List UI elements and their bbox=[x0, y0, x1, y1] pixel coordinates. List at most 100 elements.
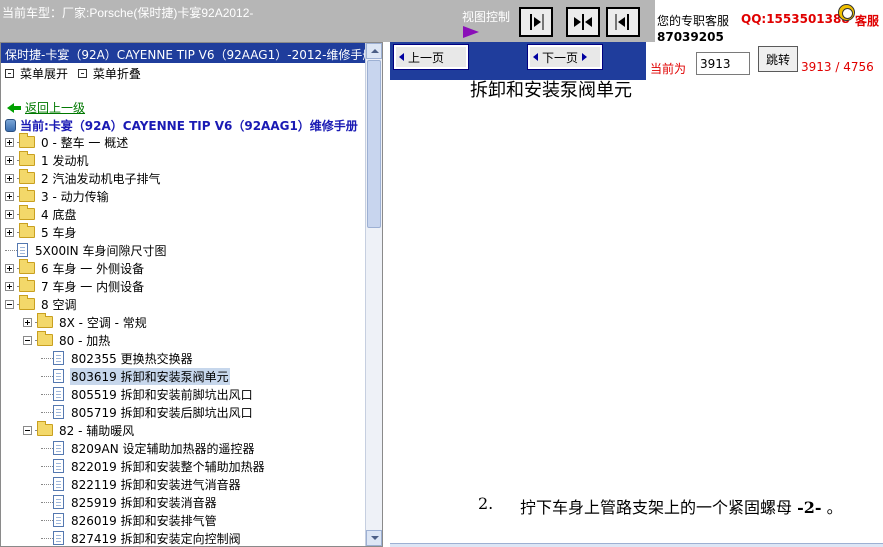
tree-doc-row[interactable]: 8209AN 设定辅助加热器的遥控器 bbox=[41, 439, 256, 457]
prev-arrow-icon bbox=[399, 53, 404, 61]
expand-plus-icon[interactable] bbox=[5, 137, 14, 147]
expand-plus-icon[interactable] bbox=[5, 173, 14, 183]
tree-label[interactable]: 822119 拆卸和安装进气消音器 bbox=[70, 476, 242, 493]
tree-label[interactable]: 805719 拆卸和安装后脚坑出风口 bbox=[70, 404, 254, 421]
tree-connector bbox=[41, 411, 53, 413]
expand-plus-icon[interactable] bbox=[5, 227, 14, 237]
left-vertical-scrollbar[interactable] bbox=[365, 43, 382, 546]
tree-label[interactable]: 8X - 空调 - 常规 bbox=[58, 314, 148, 331]
tree-label[interactable]: 3 - 动力传输 bbox=[40, 188, 110, 205]
tree-folder-row[interactable]: 7 车身 一 内侧设备 bbox=[5, 277, 145, 295]
step-instruction: 拧下车身上管路支架上的一个紧固螺母 bbox=[520, 498, 793, 517]
tree-doc-row[interactable]: 802355 更换热交换器 bbox=[41, 349, 194, 367]
tree-label[interactable]: 822019 拆卸和安装整个辅助加热器 bbox=[70, 458, 266, 475]
expand-plus-icon[interactable] bbox=[5, 155, 14, 165]
view-split-button[interactable] bbox=[566, 7, 600, 37]
collapse-square-icon bbox=[77, 69, 87, 78]
tree-doc-row[interactable]: 826019 拆卸和安装排气管 bbox=[41, 511, 218, 529]
view-arrow-icon bbox=[463, 26, 479, 38]
folder-icon bbox=[19, 259, 35, 274]
document-icon bbox=[53, 405, 64, 419]
support-qq-link[interactable]: QQ:1553501388 bbox=[741, 12, 850, 26]
menu-collapse-button[interactable]: 菜单折叠 bbox=[77, 65, 141, 82]
tree-label[interactable]: 802355 更换热交换器 bbox=[70, 350, 194, 367]
collapse-minus-icon[interactable] bbox=[5, 299, 14, 309]
tree-label[interactable]: 5 车身 bbox=[40, 224, 77, 241]
expand-plus-icon[interactable] bbox=[5, 191, 14, 201]
tree-label[interactable]: 805519 拆卸和安装前脚坑出风口 bbox=[70, 386, 254, 403]
tree-doc-row[interactable]: 825919 拆卸和安装消音器 bbox=[41, 493, 218, 511]
tree-label[interactable]: 2 汽油发动机电子排气 bbox=[40, 170, 161, 187]
scroll-down-button[interactable] bbox=[366, 530, 382, 546]
current-location: 当前:卡宴（92A）CAYENNE TIP V6（92AAG1）维修手册 bbox=[5, 117, 358, 134]
tree-label[interactable]: 1 发动机 bbox=[40, 152, 89, 169]
tree-folder-row[interactable]: 3 - 动力传输 bbox=[5, 187, 110, 205]
tree-doc-row[interactable]: 822119 拆卸和安装进气消音器 bbox=[41, 475, 242, 493]
tree-folder-row[interactable]: 0 - 整车 一 概述 bbox=[5, 133, 129, 151]
tree-connector bbox=[41, 375, 53, 377]
jump-button[interactable]: 跳转 bbox=[758, 46, 798, 72]
tree-label[interactable]: 826019 拆卸和安装排气管 bbox=[70, 512, 218, 529]
support-service-link[interactable]: 客服 bbox=[855, 12, 879, 29]
tree-label[interactable]: 8 空调 bbox=[40, 296, 77, 313]
step-text: 拧下车身上管路支架上的一个紧固螺母 -2- 。 bbox=[520, 494, 843, 518]
tree-folder-row[interactable]: 8X - 空调 - 常规 bbox=[23, 313, 148, 331]
collapse-minus-icon[interactable] bbox=[23, 425, 32, 435]
folder-open-icon bbox=[37, 331, 53, 346]
tree-folder-row[interactable]: 4 底盘 bbox=[5, 205, 77, 223]
qq-penguin-icon[interactable] bbox=[838, 4, 855, 21]
tree-label[interactable]: 825919 拆卸和安装消音器 bbox=[70, 494, 218, 511]
expand-square-icon bbox=[5, 69, 14, 78]
document-panel: 上一页 下一页 当前为 跳转 3913 / 4756 拆卸和安装泵阀单元 2. … bbox=[390, 42, 883, 547]
document-icon bbox=[53, 495, 64, 509]
panel-left-arrow-icon bbox=[615, 14, 629, 30]
expand-plus-icon[interactable] bbox=[5, 263, 14, 273]
tree-connector bbox=[41, 447, 53, 449]
menu-expand-button[interactable]: 菜单展开 bbox=[5, 65, 68, 82]
expand-plus-icon[interactable] bbox=[5, 209, 14, 219]
folder-icon bbox=[19, 151, 35, 166]
menu-bar: 菜单展开 菜单折叠 bbox=[5, 65, 147, 82]
scroll-thumb[interactable] bbox=[367, 60, 381, 228]
tree-doc-row[interactable]: 822019 拆卸和安装整个辅助加热器 bbox=[41, 457, 266, 475]
tree-doc-row[interactable]: 805519 拆卸和安装前脚坑出风口 bbox=[41, 385, 254, 403]
tree-label[interactable]: 80 - 加热 bbox=[58, 332, 111, 349]
prev-page-button[interactable]: 上一页 bbox=[393, 44, 469, 70]
view-right-panel-button[interactable] bbox=[606, 7, 640, 37]
right-horizontal-scrollbar[interactable] bbox=[390, 543, 883, 547]
tree-connector bbox=[41, 393, 53, 395]
expand-plus-icon[interactable] bbox=[5, 281, 14, 291]
tree-folder-row[interactable]: 5 车身 bbox=[5, 223, 77, 241]
collapse-minus-icon[interactable] bbox=[23, 335, 32, 345]
tree-label[interactable]: 5X00IN 车身间隙尺寸图 bbox=[34, 242, 167, 259]
tree-label[interactable]: 7 车身 一 内侧设备 bbox=[40, 278, 145, 295]
left-navigation-panel: 保时捷-卡宴（92A）CAYENNE TIP V6（92AAG1）-2012-维… bbox=[0, 42, 383, 547]
document-icon bbox=[53, 351, 64, 365]
view-left-panel-button[interactable] bbox=[519, 7, 553, 37]
tree-folder-row[interactable]: 82 - 辅助暖风 bbox=[23, 421, 135, 439]
tree-doc-row[interactable]: 805719 拆卸和安装后脚坑出风口 bbox=[41, 403, 254, 421]
tree-label[interactable]: 4 底盘 bbox=[40, 206, 77, 223]
tree-label-selected[interactable]: 803619 拆卸和安装泵阀单元 bbox=[70, 367, 230, 385]
tree-label[interactable]: 6 车身 一 外侧设备 bbox=[40, 260, 145, 277]
tree-doc-row[interactable]: 5X00IN 车身间隙尺寸图 bbox=[5, 241, 167, 259]
tree-doc-row[interactable]: 803619 拆卸和安装泵阀单元 bbox=[41, 367, 230, 385]
scroll-up-button[interactable] bbox=[366, 43, 382, 59]
folder-icon bbox=[19, 205, 35, 220]
tree-label[interactable]: 0 - 整车 一 概述 bbox=[40, 134, 129, 151]
expand-plus-icon[interactable] bbox=[23, 317, 32, 327]
tree-folder-row[interactable]: 2 汽油发动机电子排气 bbox=[5, 169, 161, 187]
tree-label[interactable]: 827419 拆卸和安装定向控制阀 bbox=[70, 530, 242, 547]
next-page-button[interactable]: 下一页 bbox=[527, 44, 603, 70]
tree-folder-row[interactable]: 1 发动机 bbox=[5, 151, 89, 169]
tree-folder-row[interactable]: 8 空调 bbox=[5, 295, 77, 313]
tree-label[interactable]: 82 - 辅助暖风 bbox=[58, 422, 135, 439]
tree-folder-row[interactable]: 80 - 加热 bbox=[23, 331, 111, 349]
step-reference: -2- bbox=[797, 498, 822, 517]
back-link[interactable]: 返回上一级 bbox=[7, 99, 85, 116]
tree-folder-row[interactable]: 6 车身 一 外侧设备 bbox=[5, 259, 145, 277]
tree-connector bbox=[5, 249, 17, 251]
tree-doc-row[interactable]: 827419 拆卸和安装定向控制阀 bbox=[41, 529, 242, 547]
document-content: 拆卸和安装泵阀单元 2. 拧下车身上管路支架上的一个紧固螺母 -2- 。 bbox=[390, 72, 883, 547]
tree-label[interactable]: 8209AN 设定辅助加热器的遥控器 bbox=[70, 440, 256, 457]
